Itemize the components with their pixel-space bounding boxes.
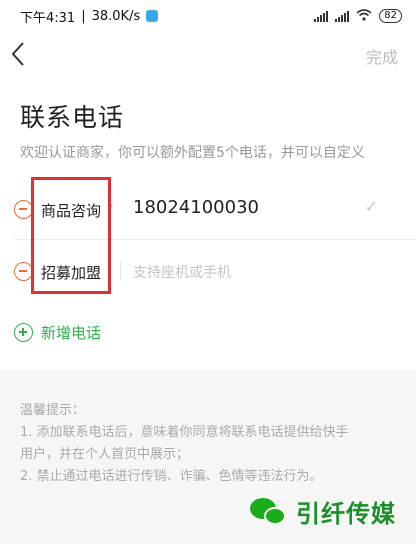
status-speed: 38.0K/s	[91, 8, 141, 24]
signal-icon	[314, 10, 329, 22]
watermark: 引纤传媒	[250, 494, 396, 529]
page-subtitle: 欢迎认证商家，你可以额外配置5个电话，并可以自定义	[20, 145, 365, 161]
tips-line: 2. 禁止通过电话进行传销、诈骗、色情等违法行为。	[20, 469, 323, 484]
status-left: 下午4:31 | 38.0K/s	[20, 7, 159, 26]
watermark-text: 引纤传媒	[296, 500, 396, 528]
status-right: 82	[314, 8, 402, 24]
tips-title: 温馨提示：	[20, 403, 86, 418]
wifi-icon	[356, 8, 372, 24]
phone-number-input[interactable]: 支持座机或手机	[133, 262, 231, 282]
done-button[interactable]: 完成	[366, 44, 398, 68]
battery-icon: 82	[379, 9, 402, 23]
status-bar: 下午4:31 | 38.0K/s 82	[0, 0, 416, 32]
wechat-icon	[250, 496, 288, 528]
highlight-annotation	[31, 177, 111, 294]
chevron-left-icon	[11, 42, 24, 66]
status-separator: |	[81, 8, 86, 24]
back-button[interactable]	[10, 40, 36, 70]
check-icon: ✓	[364, 197, 378, 216]
signal-4g-icon	[335, 10, 350, 22]
add-phone-label: 新增电话	[41, 324, 102, 342]
plus-circle-icon	[14, 323, 33, 342]
status-time: 下午4:31	[20, 10, 76, 26]
nav-bar: 完成	[0, 36, 416, 76]
phone-number-input[interactable]: 18024100030	[133, 197, 259, 218]
page-title: 联系电话	[20, 103, 125, 132]
tips-line: 1. 添加联系电话后，意味着你同意将联系电话提供给快手	[20, 425, 349, 440]
app-notification-icon	[146, 10, 159, 22]
tips-line: 用户，并在个人首页中展示；	[20, 447, 190, 462]
add-phone-button[interactable]: 新增电话	[14, 322, 101, 343]
field-divider	[120, 261, 121, 281]
